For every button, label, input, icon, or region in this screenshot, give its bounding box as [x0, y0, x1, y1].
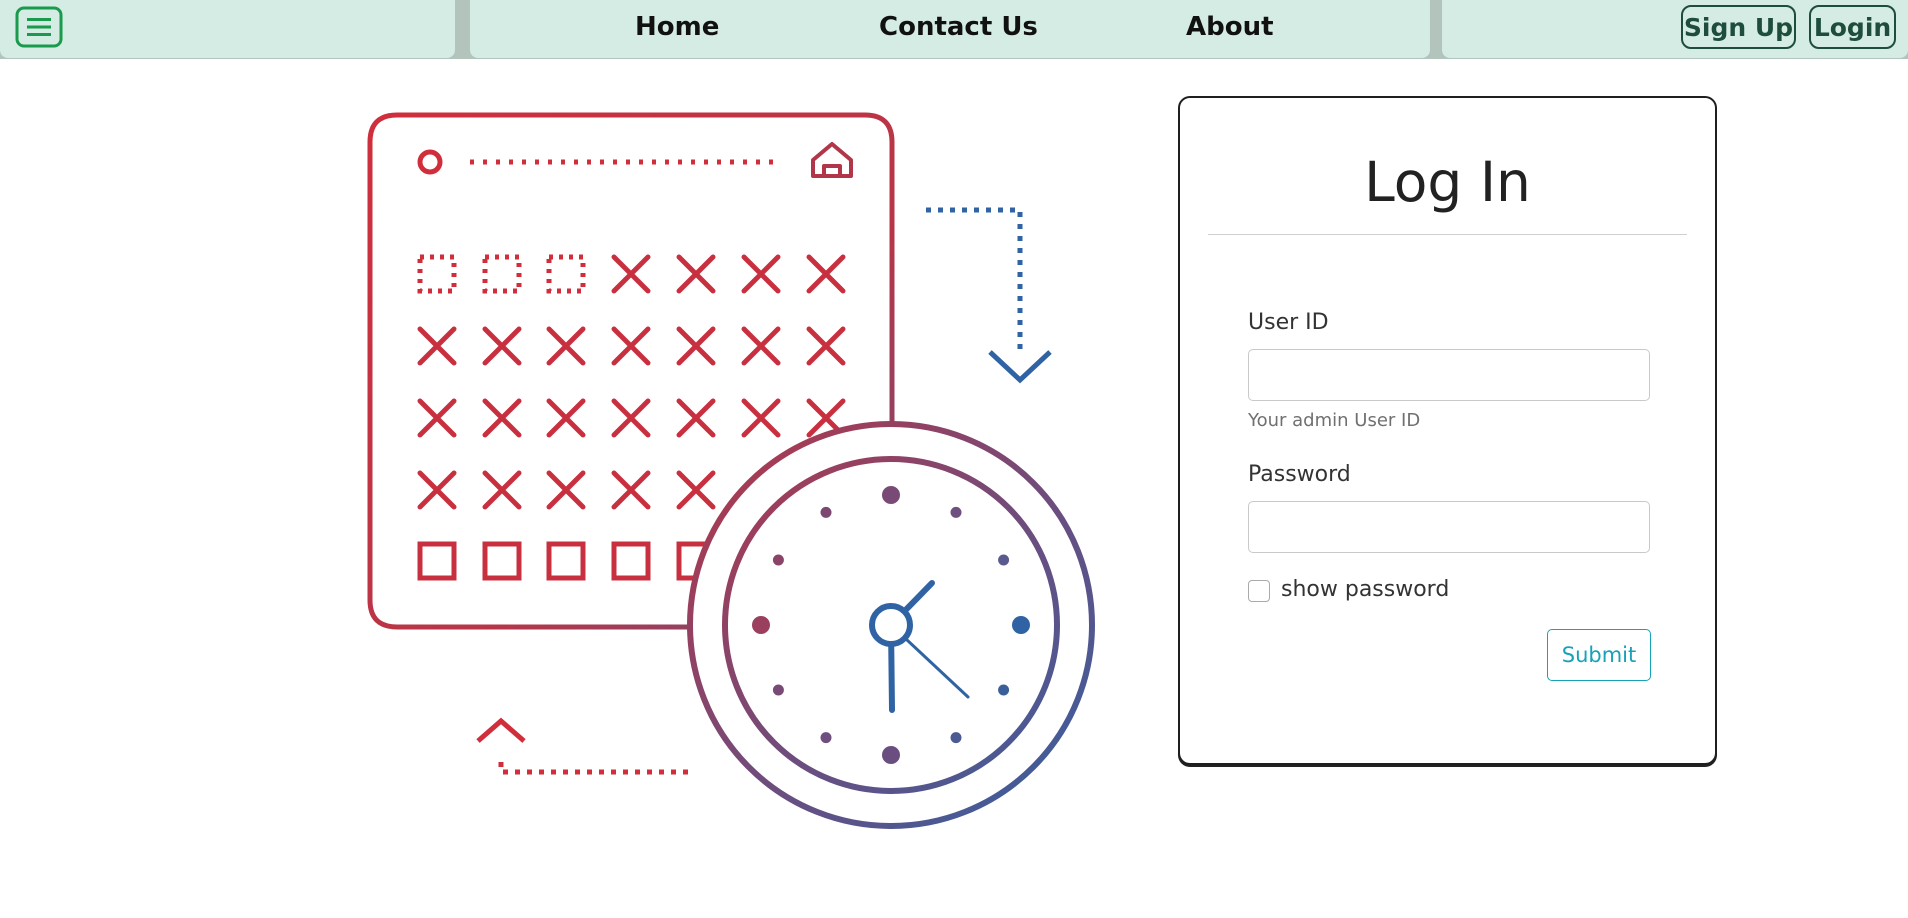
- submit-button[interactable]: Submit: [1547, 629, 1651, 681]
- user-id-hint: Your admin User ID: [1248, 410, 1421, 431]
- home-icon: [811, 142, 853, 178]
- calendar-cell-crossed: [482, 326, 522, 366]
- login-card: Log In User ID Your admin User ID Passwo…: [1178, 96, 1717, 765]
- calendar-cell-empty: [417, 541, 457, 581]
- show-password-label[interactable]: show password: [1281, 577, 1449, 602]
- calendar-cell-crossed: [482, 398, 522, 438]
- scheduling-illustration: [367, 112, 1095, 829]
- calendar-cell-crossed: [741, 254, 781, 294]
- user-id-input[interactable]: [1248, 349, 1650, 401]
- calendar-cell-crossed: [417, 470, 457, 510]
- calendar-cell-pending: [417, 254, 457, 294]
- user-id-label: User ID: [1248, 310, 1329, 335]
- arrow-up-icon: [476, 717, 690, 775]
- calendar-cell-pending: [482, 254, 522, 294]
- menu-button[interactable]: [15, 6, 63, 48]
- calendar-cell-crossed: [611, 254, 651, 294]
- calendar-cell-empty: [546, 541, 586, 581]
- clock-hour-marker: [998, 684, 1010, 696]
- calendar-cell-crossed: [417, 326, 457, 366]
- clock-hour-marker: [882, 746, 900, 764]
- sign-up-button[interactable]: Sign Up: [1681, 5, 1796, 49]
- calendar-cell-crossed: [417, 398, 457, 438]
- top-navbar: Home Contact Us About Sign Up Login: [0, 0, 1908, 59]
- navbar-right-section: Sign Up Login: [1442, 0, 1908, 58]
- clock-hour-marker: [820, 506, 832, 518]
- clock-hour-marker: [752, 616, 770, 634]
- navbar-left-section: [0, 0, 455, 58]
- calendar-cell-crossed: [676, 470, 716, 510]
- calendar-cell-crossed: [741, 398, 781, 438]
- calendar-cell-crossed: [546, 398, 586, 438]
- calendar-cell-crossed: [611, 470, 651, 510]
- clock-hour-marker: [772, 554, 784, 566]
- show-password-checkbox[interactable]: [1248, 580, 1270, 602]
- nav-link-contact-us[interactable]: Contact Us: [879, 12, 1038, 42]
- clock-hour-marker: [950, 732, 962, 744]
- calendar-cell-crossed: [676, 254, 716, 294]
- calendar-cell-crossed: [546, 470, 586, 510]
- calendar-cell-crossed: [546, 326, 586, 366]
- clock-icon: [687, 421, 1095, 829]
- password-label: Password: [1248, 462, 1351, 487]
- arrow-down-icon: [926, 207, 1052, 384]
- nav-link-about[interactable]: About: [1186, 12, 1274, 42]
- calendar-cell-pending: [546, 254, 586, 294]
- calendar-cell-empty: [611, 541, 651, 581]
- navbar-center-section: Home Contact Us About: [470, 0, 1430, 58]
- clock-hour-marker: [1012, 616, 1030, 634]
- calendar-cell-crossed: [676, 326, 716, 366]
- calendar-cell-crossed: [741, 326, 781, 366]
- clock-hour-marker: [950, 506, 962, 518]
- calendar-cell-crossed: [482, 470, 522, 510]
- menu-list-icon: [15, 6, 63, 48]
- nav-link-home[interactable]: Home: [635, 12, 719, 42]
- clock-hour-marker: [998, 554, 1010, 566]
- clock-hour-marker: [772, 684, 784, 696]
- calendar-cell-crossed: [611, 326, 651, 366]
- calendar-cell-crossed: [676, 398, 716, 438]
- clock-hour-marker: [882, 486, 900, 504]
- title-divider: [1208, 234, 1687, 235]
- calendar-cell-crossed: [611, 398, 651, 438]
- calendar-cell-empty: [482, 541, 522, 581]
- calendar-cell-crossed: [806, 326, 846, 366]
- login-nav-button[interactable]: Login: [1809, 5, 1896, 49]
- calendar-cell-crossed: [806, 254, 846, 294]
- clock-hour-marker: [820, 732, 832, 744]
- login-title: Log In: [1364, 150, 1531, 214]
- password-input[interactable]: [1248, 501, 1650, 553]
